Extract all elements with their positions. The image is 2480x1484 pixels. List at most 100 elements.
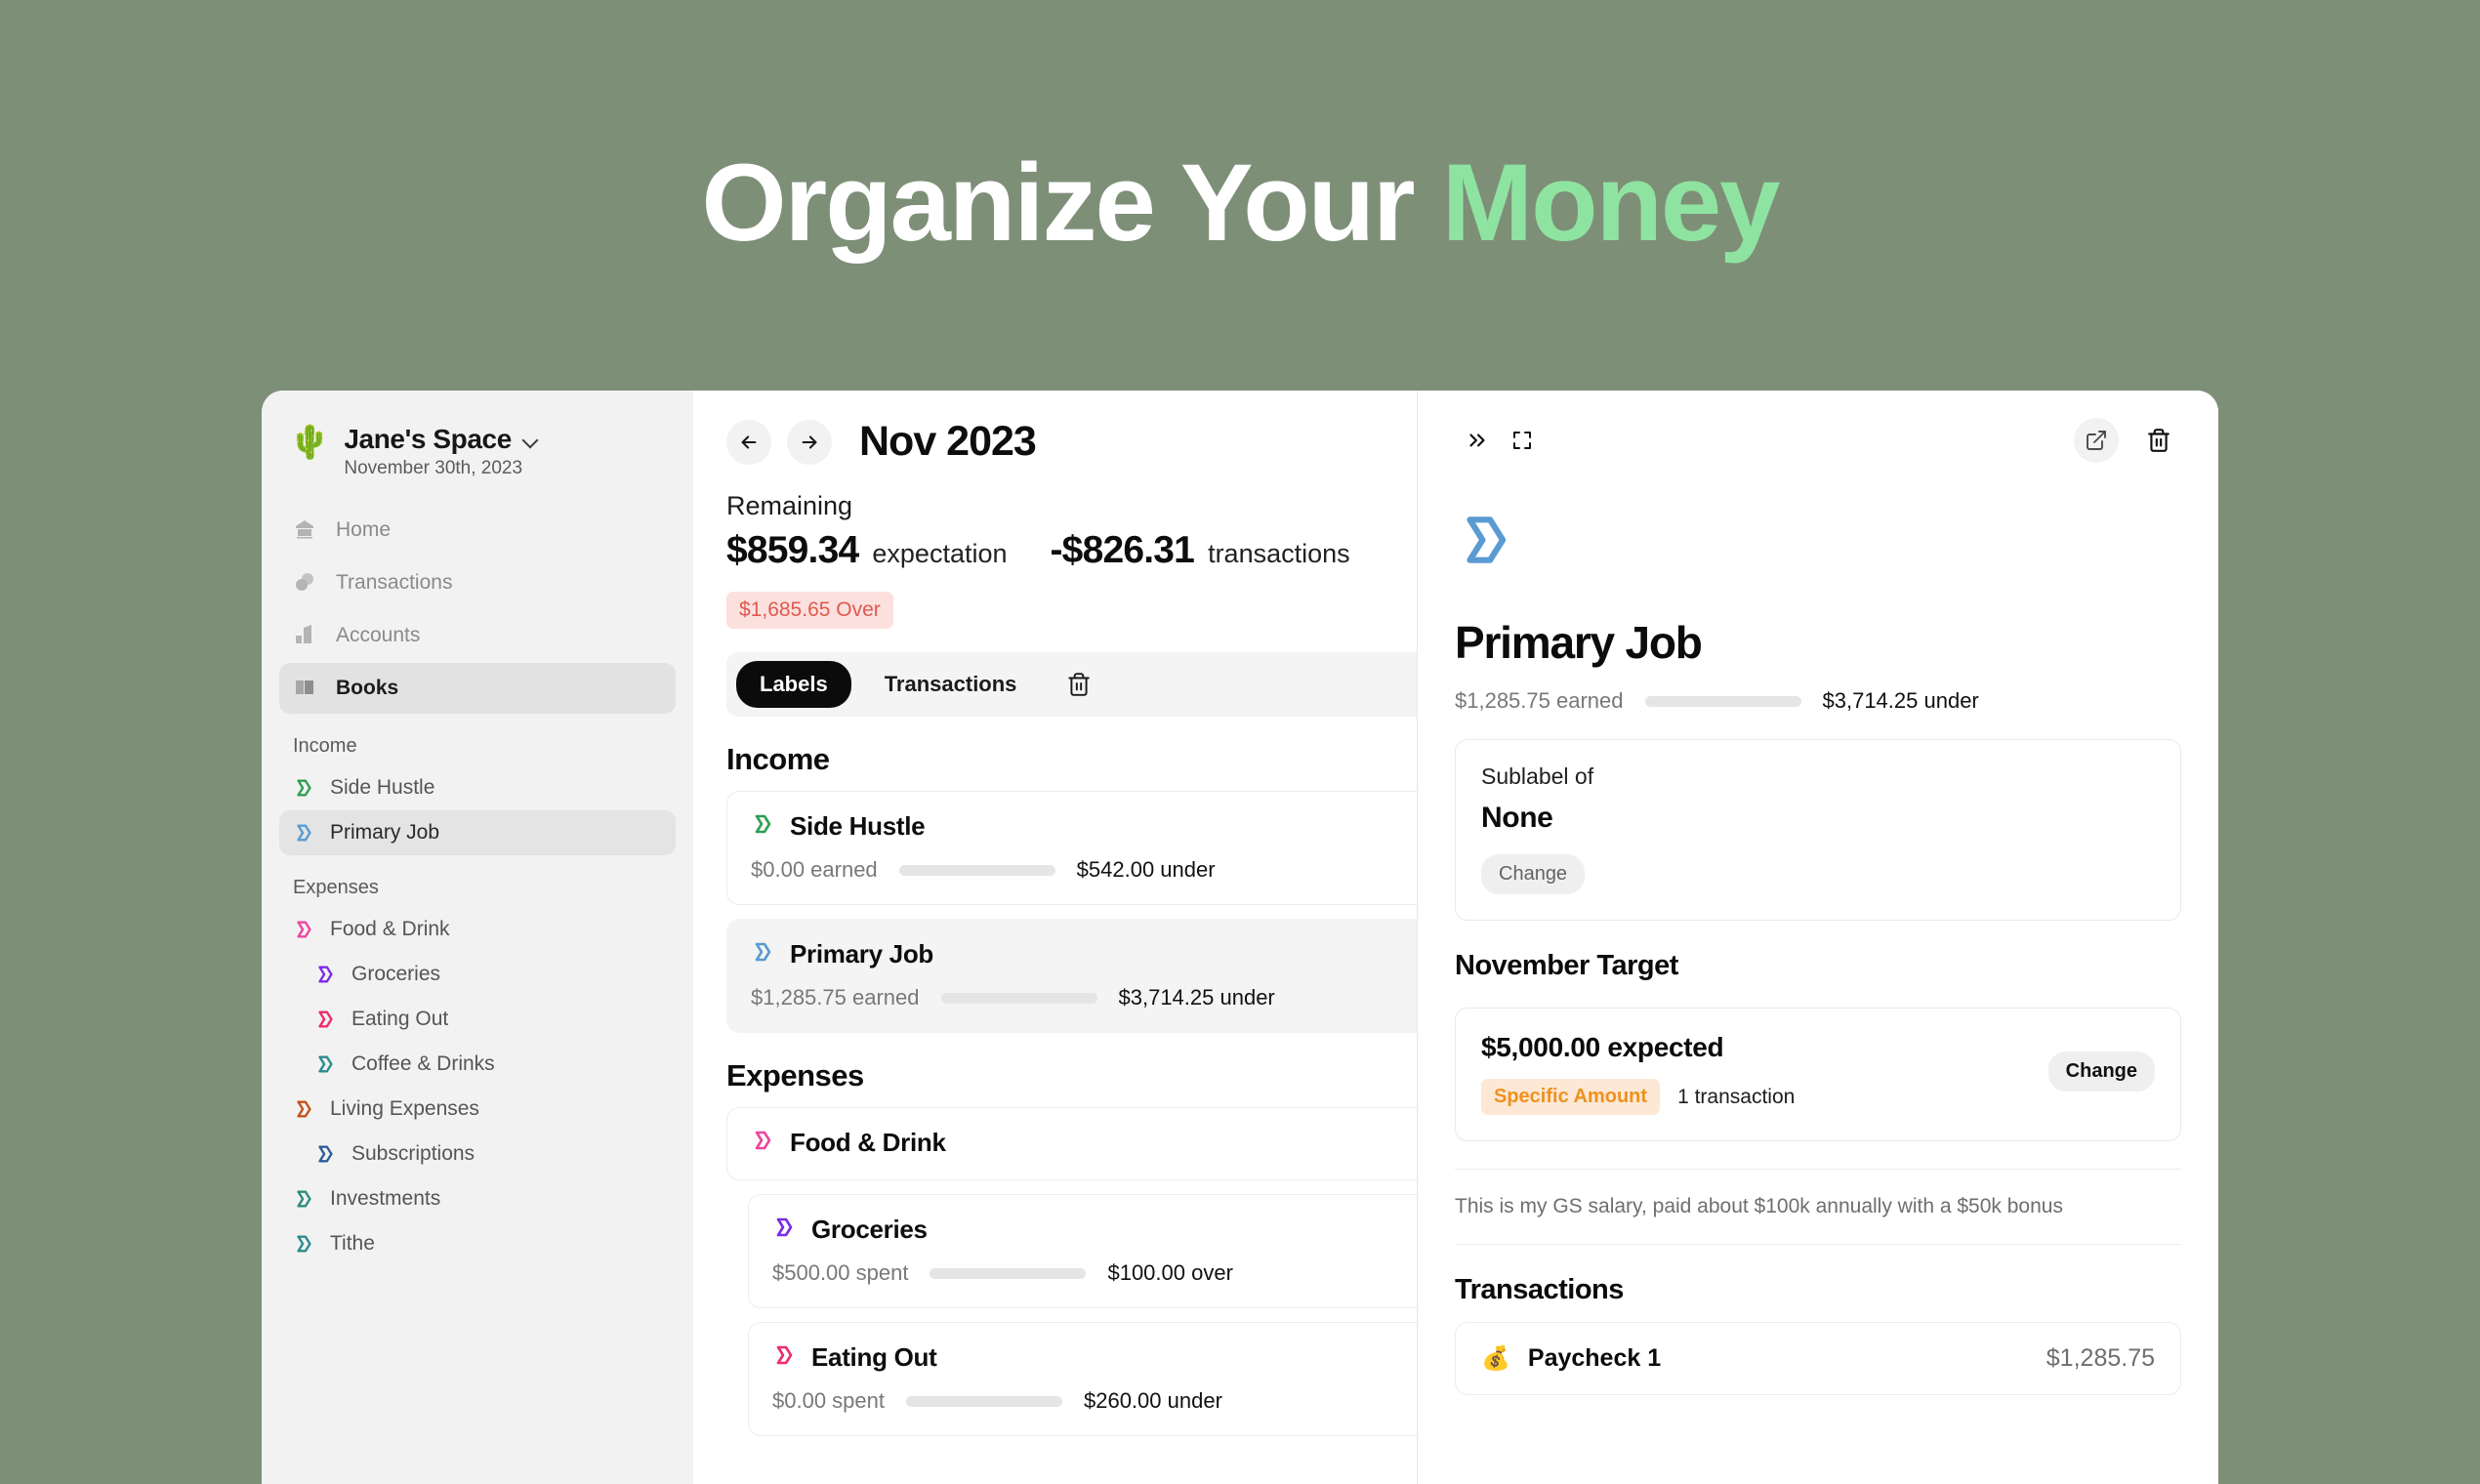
page-title: Organize Your Money [0,148,2480,258]
main-income-header: Income [726,742,830,776]
sidebar-label-text: Tithe [330,1232,375,1255]
target-amount: $5,000.00 expected [1481,1032,1724,1062]
label-card[interactable]: Groceries $500.00 spent $100.00 over [748,1194,1417,1308]
label-note[interactable]: This is my GS salary, paid about $100k a… [1455,1170,2181,1244]
view-tabs: Labels Transactions [726,652,1417,717]
month-navigator: Nov 2023 [726,418,1384,466]
chevrons-right-icon[interactable] [1455,418,1500,463]
sidebar-label-eating-out[interactable]: Eating Out [279,997,676,1042]
label-card-title: Groceries [811,1215,928,1244]
primary-nav: Home Transactions Accounts Books [279,505,676,714]
sidebar-item-label: Transactions [336,571,453,594]
label-card-right-stat: $100.00 over [1107,1260,1233,1285]
remaining-label: Remaining [726,491,853,520]
trash-icon[interactable] [1057,663,1100,706]
sidebar-label-text: Investments [330,1187,441,1210]
sidebar-label-text: Coffee & Drinks [351,1052,495,1075]
label-card-left-stat: $0.00 spent [772,1388,885,1413]
sidebar-label-text: Groceries [351,963,441,985]
label-card[interactable]: Primary Job $1,285.75 earned $3,714.25 und… [726,919,1417,1033]
label-card-progress-bar [930,1267,1087,1279]
label-chevron-icon [293,777,314,799]
sublabel-change-button[interactable]: Change [1481,854,1586,894]
detail-title: Primary Job [1455,617,1703,668]
label-card-title: Food & Drink [790,1128,946,1157]
sidebar-label-primary-job[interactable]: Primary Job [279,810,676,855]
books-icon [293,676,318,701]
detail-progress-summary: $1,285.75 earned $3,714.25 under [1455,688,2181,714]
label-card-stats: $0.00 earned $542.00 under [751,857,1393,883]
hero-title-plain: Organize Your [701,142,1442,264]
label-chevron-icon [772,1216,796,1244]
label-card-stats: $500.00 spent $100.00 over [772,1260,1393,1286]
transactions-header: Transactions [1455,1274,1624,1305]
fullscreen-icon[interactable] [1500,418,1545,463]
sidebar-item-books[interactable]: Books [279,663,676,714]
label-chevron-icon [293,1233,314,1255]
sidebar-label-text: Living Expenses [330,1097,479,1120]
sidebar-expenses-header: Expenses [293,877,379,898]
sidebar-label-text: Side Hustle [330,776,435,799]
label-card-right-stat: $542.00 under [1076,857,1216,882]
label-card-left-stat: $500.00 spent [772,1260,909,1285]
sidebar-label-tithe[interactable]: Tithe [279,1221,676,1266]
chevron-down-icon[interactable] [523,434,539,444]
sidebar: 🌵 Jane's Space November 30th, 2023 Home T… [262,391,693,1484]
sidebar-label-living-expenses[interactable]: Living Expenses [279,1087,676,1132]
label-card-right-stat: $3,714.25 under [1118,985,1275,1010]
label-detail-panel: Primary Job $1,285.75 earned $3,714.25 u… [1418,391,2218,1484]
space-date: November 30th, 2023 [344,458,523,478]
target-change-button[interactable]: Change [2047,1051,2155,1092]
transaction-amount: $1,285.75 [2046,1344,2155,1372]
label-chevron-icon [293,822,314,844]
label-chevron-icon [314,964,336,985]
label-chevron-icon [751,1129,774,1157]
sidebar-item-label: Accounts [336,624,421,646]
hero-title-accent: Money [1441,142,1781,264]
books-main-panel: Nov 2023 Remaining $859.34 expectation -… [693,391,1418,1484]
transactions-icon [293,570,318,596]
sidebar-label-groceries[interactable]: Groceries [279,952,676,997]
sidebar-label-text: Primary Job [330,821,440,844]
sidebar-item-transactions[interactable]: Transactions [279,557,676,608]
space-switcher[interactable]: 🌵 Jane's Space November 30th, 2023 [279,416,676,479]
target-card: $5,000.00 expected Specific Amount 1 tra… [1455,1008,2181,1141]
sidebar-label-subscriptions[interactable]: Subscriptions [279,1132,676,1176]
tab-transactions[interactable]: Transactions [861,661,1041,708]
sidebar-label-investments[interactable]: Investments [279,1176,676,1221]
label-card-title: Eating Out [811,1342,937,1372]
label-card-header: Side Hustle [751,811,1393,842]
money-icon: 💰 [1481,1345,1510,1372]
label-card[interactable]: Side Hustle $0.00 earned $542.00 under [726,791,1417,905]
transactions-amount: -$826.31 [1050,529,1195,571]
cactus-icon: 🌵 [289,424,331,461]
note-divider-bottom [1455,1244,2181,1245]
sidebar-label-food-drink[interactable]: Food & Drink [279,907,676,952]
open-external-icon[interactable] [2074,418,2119,463]
next-month-button[interactable] [787,419,832,465]
detail-trash-icon[interactable] [2136,418,2181,463]
tab-labels[interactable]: Labels [736,661,851,708]
label-card[interactable]: Eating Out $0.00 spent $260.00 under [748,1322,1417,1436]
month-title: Nov 2023 [859,418,1037,465]
sidebar-item-accounts[interactable]: Accounts [279,610,676,661]
sidebar-item-home[interactable]: Home [279,505,676,556]
sidebar-label-text: Eating Out [351,1008,449,1030]
sidebar-income-header: Income [293,735,357,757]
detail-progress-bar [1644,695,1801,707]
label-card-progress-bar [940,992,1097,1004]
house-icon [293,517,318,543]
label-card-progress-bar [905,1395,1062,1407]
target-type-badge: Specific Amount [1481,1079,1661,1115]
label-card[interactable]: Food & Drink [726,1107,1417,1180]
label-card-title: Primary Job [790,939,933,969]
prev-month-button[interactable] [726,419,771,465]
label-chevron-icon [314,1009,336,1030]
label-card-title: Side Hustle [790,811,926,841]
sidebar-label-side-hustle[interactable]: Side Hustle [279,765,676,810]
transaction-row[interactable]: 💰 Paycheck 1 $1,285.75 [1455,1322,2181,1395]
label-card-stats: $0.00 spent $260.00 under [772,1388,1393,1414]
sidebar-label-coffee-drinks[interactable]: Coffee & Drinks [279,1042,676,1087]
label-card-header: Food & Drink [751,1128,1393,1158]
expense-card-list: Food & Drink Groceries $500.00 spent $100.0… [726,1107,1417,1436]
